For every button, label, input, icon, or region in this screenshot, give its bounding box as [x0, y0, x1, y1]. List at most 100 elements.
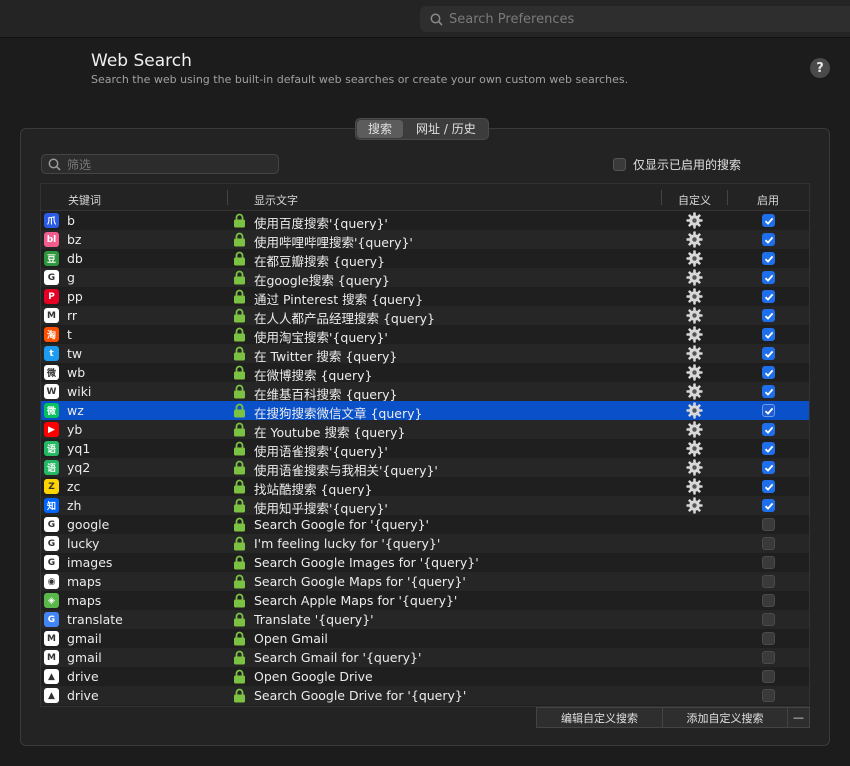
table-row[interactable]: G lucky I'm feeling lucky for '{query}' — [41, 534, 809, 553]
lock-icon — [233, 460, 246, 478]
table-row[interactable]: M rr 在人人都产品经理搜索 {query} — [41, 306, 809, 327]
enabled-checkbox[interactable] — [762, 309, 775, 322]
gear-icon[interactable] — [686, 269, 703, 289]
table-row[interactable]: P pp 通过 Pinterest 搜索 {query} — [41, 287, 809, 308]
enabled-checkbox[interactable] — [762, 670, 775, 683]
column-header-keyword[interactable]: 关键词 — [68, 192, 101, 208]
gear-icon[interactable] — [686, 440, 703, 460]
enabled-checkbox[interactable] — [762, 537, 775, 550]
table-row[interactable]: G translate Translate '{query}' — [41, 610, 809, 629]
enabled-checkbox[interactable] — [762, 347, 775, 360]
table-row[interactable]: t tw 在 Twitter 搜索 {query} — [41, 344, 809, 365]
enabled-checkbox[interactable] — [762, 613, 775, 626]
enabled-checkbox[interactable] — [762, 499, 775, 512]
table-row[interactable]: 语 yq2 使用语雀搜索与我相关'{query}' — [41, 458, 809, 479]
table-row[interactable]: Z zc 找站酷搜索 {query} — [41, 477, 809, 498]
enabled-checkbox[interactable] — [762, 214, 775, 227]
gear-icon[interactable] — [686, 364, 703, 384]
table-row[interactable]: ◉ maps Search Google Maps for '{query}' — [41, 572, 809, 591]
gear-icon[interactable] — [686, 326, 703, 346]
gear-icon[interactable] — [686, 383, 703, 403]
gear-icon[interactable] — [686, 250, 703, 270]
google-icon: G — [44, 270, 59, 285]
table-row[interactable]: ▲ drive Search Google Drive for '{query}… — [41, 686, 809, 705]
table-row[interactable]: W wiki 在维基百科搜索 {query} — [41, 382, 809, 403]
filter-input[interactable]: 筛选 — [41, 154, 279, 174]
row-keyword: maps — [67, 574, 102, 589]
enabled-checkbox[interactable] — [762, 423, 775, 436]
table-row[interactable]: 淘 t 使用淘宝搜索'{query}' — [41, 325, 809, 346]
column-divider[interactable] — [227, 190, 228, 205]
table-row[interactable]: 微 wb 在微博搜索 {query} — [41, 363, 809, 384]
enabled-checkbox[interactable] — [762, 385, 775, 398]
enabled-checkbox[interactable] — [762, 632, 775, 645]
enabled-checkbox[interactable] — [762, 480, 775, 493]
enabled-checkbox[interactable] — [762, 328, 775, 341]
add-custom-search-button[interactable]: 添加自定义搜索 — [663, 707, 788, 728]
row-display-text: Translate '{query}' — [254, 612, 374, 627]
table-row[interactable]: ◈ maps Search Apple Maps for '{query}' — [41, 591, 809, 610]
tab-search[interactable]: 搜索 — [357, 120, 404, 138]
table-row[interactable]: 知 zh 使用知乎搜索'{query}' — [41, 496, 809, 517]
table-row[interactable]: 爪 b 使用百度搜索'{query}' — [41, 211, 809, 232]
column-header-enabled[interactable]: 启用 — [757, 192, 779, 208]
enabled-checkbox[interactable] — [762, 575, 775, 588]
row-keyword: zh — [67, 498, 82, 513]
enabled-checkbox[interactable] — [762, 689, 775, 702]
gear-icon[interactable] — [686, 307, 703, 327]
enabled-checkbox[interactable] — [762, 442, 775, 455]
table-row[interactable]: G g 在google搜索 {query} — [41, 268, 809, 289]
enabled-checkbox[interactable] — [762, 233, 775, 246]
gear-icon[interactable] — [686, 345, 703, 365]
column-divider[interactable] — [661, 190, 662, 205]
column-header-display[interactable]: 显示文字 — [254, 192, 298, 208]
row-keyword: rr — [67, 308, 78, 323]
apple-maps-icon: ◈ — [44, 593, 59, 608]
row-keyword: db — [67, 251, 83, 266]
table-row[interactable]: G images Search Google Images for '{quer… — [41, 553, 809, 572]
gear-icon[interactable] — [686, 231, 703, 251]
enabled-checkbox[interactable] — [762, 651, 775, 664]
gear-icon[interactable] — [686, 212, 703, 232]
enabled-checkbox[interactable] — [762, 252, 775, 265]
table-row[interactable]: 语 yq1 使用语雀搜索'{query}' — [41, 439, 809, 460]
column-header-custom[interactable]: 自定义 — [678, 192, 711, 208]
tab-url-history[interactable]: 网址 / 历史 — [404, 119, 488, 139]
table-row[interactable]: G google Search Google for '{query}' — [41, 515, 809, 534]
search-preferences-field[interactable]: Search Preferences — [420, 6, 850, 32]
gear-icon[interactable] — [686, 459, 703, 479]
enabled-checkbox[interactable] — [762, 518, 775, 531]
yuque-icon: 语 — [44, 460, 59, 475]
remove-search-button[interactable]: — — [788, 707, 810, 728]
only-enabled-checkbox[interactable] — [613, 158, 626, 171]
column-divider[interactable] — [727, 190, 728, 205]
table-row[interactable]: ▶ yb 在 Youtube 搜索 {query} — [41, 420, 809, 441]
only-enabled-toggle[interactable]: 仅显示已启用的搜索 — [613, 156, 741, 173]
row-keyword: g — [67, 270, 75, 285]
enabled-checkbox[interactable] — [762, 271, 775, 284]
lock-icon — [233, 270, 246, 288]
table-row[interactable]: ▲ drive Open Google Drive — [41, 667, 809, 686]
gear-icon[interactable] — [686, 497, 703, 517]
gear-icon[interactable] — [686, 421, 703, 441]
table-row[interactable]: M gmail Search Gmail for '{query}' — [41, 648, 809, 667]
table-row[interactable]: M gmail Open Gmail — [41, 629, 809, 648]
enabled-checkbox[interactable] — [762, 366, 775, 379]
table-row[interactable]: 微 wz 在搜狗搜索微信文章 {query} — [41, 401, 809, 422]
help-button[interactable]: ? — [810, 58, 830, 78]
gear-icon[interactable] — [686, 402, 703, 422]
enabled-checkbox[interactable] — [762, 594, 775, 607]
enabled-checkbox[interactable] — [762, 404, 775, 417]
row-keyword: images — [67, 555, 113, 570]
enabled-checkbox[interactable] — [762, 290, 775, 303]
table-row[interactable]: 豆 db 在都豆瓣搜索 {query} — [41, 249, 809, 270]
enabled-checkbox[interactable] — [762, 556, 775, 569]
enabled-checkbox[interactable] — [762, 461, 775, 474]
tab-control: 搜索 网址 / 历史 — [355, 118, 489, 140]
gear-icon[interactable] — [686, 478, 703, 498]
table-row[interactable]: bl bz 使用哔哩哔哩搜索'{query}' — [41, 230, 809, 251]
edit-custom-search-button[interactable]: 编辑自定义搜索 — [536, 707, 663, 728]
gear-icon[interactable] — [686, 288, 703, 308]
lock-icon — [233, 555, 246, 573]
google-icon: G — [44, 536, 59, 551]
